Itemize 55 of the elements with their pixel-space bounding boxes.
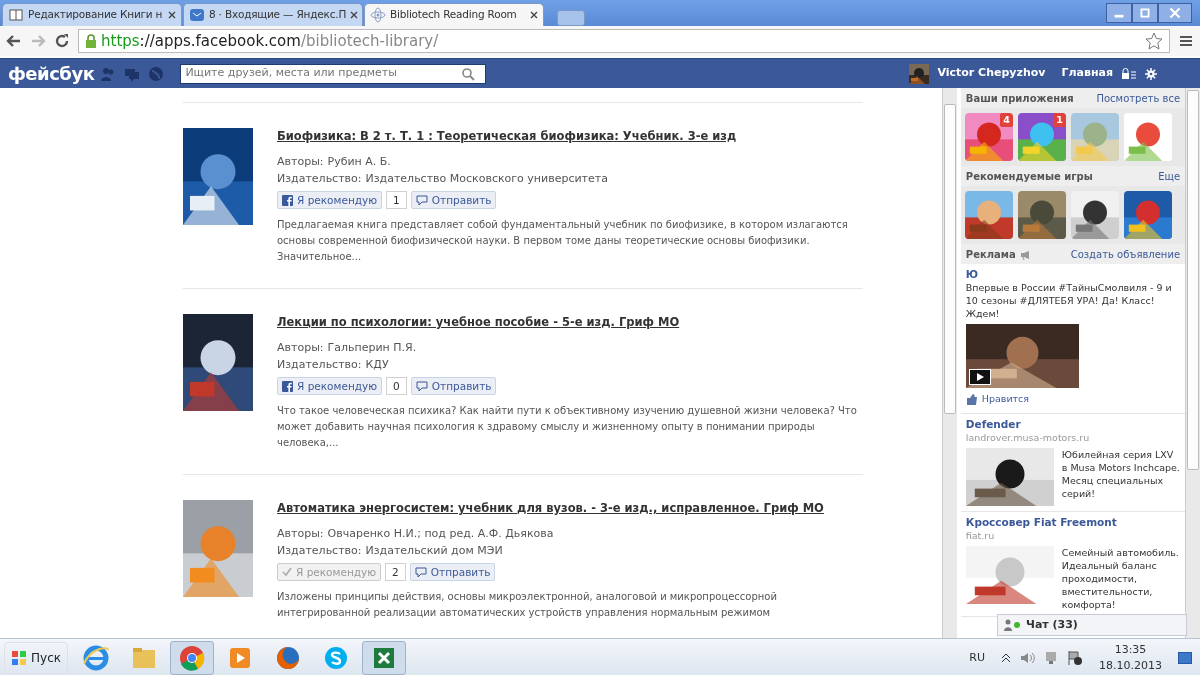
- book-title-link[interactable]: Лекции по психологии: учебное пособие - 5-е изд. Гриф МО: [277, 314, 863, 332]
- book-description: Предлагаемая книга представляет собой фундаментальный учебник по биофизике, в котором излагаются основы современной биофизической науки. В первом томе даны теоретические основы биофизики. Значительное...: [277, 218, 849, 265]
- publisher-label: Издательство:: [277, 543, 362, 560]
- send-button[interactable]: Отправить: [410, 377, 497, 396]
- browser-tab[interactable]: 8 · Входящие — Яндекс.П: [183, 3, 363, 26]
- search-field[interactable]: Ищите друзей, места или предметы: [180, 63, 487, 84]
- send-button[interactable]: Отправить: [410, 191, 497, 210]
- authors-label: Авторы:: [277, 526, 324, 543]
- like-link[interactable]: Нравится: [965, 392, 1030, 405]
- home-link[interactable]: Главная: [1061, 65, 1113, 82]
- publisher-name: Издательство Московского университета: [365, 171, 608, 188]
- publisher-label: Издательство:: [277, 357, 362, 374]
- recommend-button[interactable]: Я рекомендую: [277, 191, 383, 210]
- profile-link[interactable]: Victor Chepyzhov: [937, 65, 1046, 82]
- book-title-link[interactable]: Биофизика: В 2 т. Т. 1 : Теоретическая биофизика: Учебник. 3-е изд: [277, 128, 863, 146]
- section-link[interactable]: Еще: [1158, 169, 1181, 184]
- book-description: Что такое человеческая психика? Как найти пути к объективному изучению душевной жизни человека? Что может добавить научная психология к здравому смыслу и жизненному опыту в понимании природы человека,...: [277, 404, 858, 451]
- clock[interactable]: 13:35 18.10.2013: [1099, 641, 1162, 675]
- site-logo[interactable]: фейсбук: [8, 60, 95, 87]
- recommend-count: 1: [386, 191, 407, 210]
- publisher-name: Издательский дом МЭИ: [365, 543, 503, 560]
- language-indicator[interactable]: RU: [969, 649, 985, 667]
- recommend-count: 0: [386, 377, 407, 396]
- authors-label: Авторы:: [277, 340, 324, 357]
- notification-badge: 1: [1053, 113, 1066, 128]
- ad-domain: landrover.musa-motors.ru: [965, 430, 1091, 444]
- section-title: Рекомендуемые игры: [965, 170, 1093, 184]
- ad-title[interactable]: Кроссовер Fiat Freemont: [965, 515, 1181, 529]
- publisher-name: КДУ: [365, 357, 389, 374]
- browser-tab[interactable]: Bibliotech Reading Room: [364, 3, 544, 26]
- section-title: Ваши приложения: [965, 92, 1074, 106]
- book-title-link[interactable]: Автоматика энергосистем: учебник для вузов. - 3-е изд., исправленное. Гриф МО: [277, 500, 863, 518]
- browser-tab[interactable]: Редактирование Книги н: [2, 3, 182, 26]
- ad-title[interactable]: Ю: [965, 268, 1181, 281]
- chat-button[interactable]: Чат (33): [997, 614, 1187, 636]
- ad-domain: fiat.ru: [965, 528, 996, 542]
- author-link[interactable]: Рубин А. Б.: [327, 153, 391, 171]
- recommend-count: 2: [385, 563, 406, 582]
- section-link[interactable]: Посмотреть все: [1096, 91, 1181, 106]
- authors-label: Авторы:: [277, 154, 324, 171]
- publisher-label: Издательство:: [277, 171, 362, 188]
- ad-text: Юбилейная серия LXV в Musa Motors Inchcape. Месяц специальных серий!: [1061, 447, 1181, 501]
- section-link[interactable]: Создать объявление: [1070, 247, 1181, 262]
- ad-title[interactable]: Defender: [965, 417, 1181, 431]
- send-button[interactable]: Отправить: [409, 563, 496, 582]
- section-title: Реклама: [965, 248, 1016, 262]
- ad-text: Впервые в России #ТайныСмолвиля - 9 и 10 сезоны #ДЛЯТЕБЯ УРА! Да! Класс! Ждем!: [965, 281, 1173, 320]
- author-link[interactable]: Овчаренко Н.И.; под ред. А.Ф. Дьякова: [327, 525, 554, 543]
- recommend-button[interactable]: Я рекомендую: [277, 377, 383, 396]
- notification-badge: 4: [1000, 113, 1013, 128]
- start-button[interactable]: Пуск: [4, 642, 68, 674]
- address-bar[interactable]: https://apps.facebook.com/bibliotech-library/: [78, 29, 1170, 53]
- author-link[interactable]: Гальперин П.Я.: [327, 339, 417, 357]
- book-description: Изложены принципы действия, основы микроэлектронной, аналоговой и микропроцессорной интегрированной реализации автоматических устройств управления нормальным режимом: [277, 590, 778, 621]
- ad-text: Семейный автомобиль. Идеальный баланс проходимости, вместительности, комфорта!: [1061, 545, 1180, 611]
